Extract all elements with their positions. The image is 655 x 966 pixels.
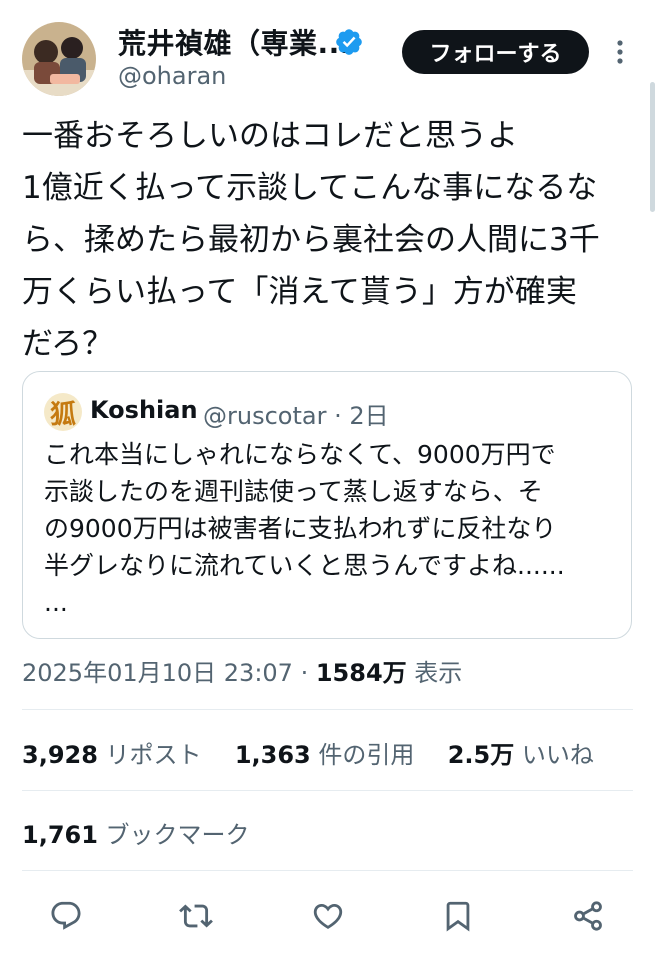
divider: [22, 709, 633, 710]
author-handle[interactable]: @oharan: [118, 62, 226, 90]
view-count: 1584万: [315, 659, 407, 687]
tweet-line: 1億近く払って示談してこんな事になるな: [22, 170, 598, 206]
engagement-stats: 3,928 リポスト 1,363 件の引用 2.5万 いいね: [22, 735, 594, 770]
quoted-author-name[interactable]: Koshian: [90, 396, 198, 424]
avatar-photo: [22, 22, 96, 96]
tweet-line: 万くらい払って「消えて貰う」方が確実: [22, 274, 577, 310]
bookmark-label: ブックマーク: [97, 821, 250, 849]
share-button[interactable]: [568, 896, 608, 936]
quoted-author-handle-time: @ruscotar · 2日: [203, 402, 389, 430]
like-icon: [313, 903, 343, 929]
quote-line: これ本当にしゃれにならなくて、9000万円で: [44, 440, 556, 469]
quote-line: ...: [44, 588, 68, 617]
quoted-author-avatar[interactable]: 狐: [44, 393, 82, 431]
quote-label: 件の引用: [310, 741, 415, 769]
quote-line: 半グレなりに流れていくと思うんですよね......: [44, 551, 565, 580]
divider: [22, 790, 633, 791]
bookmark-icon: [446, 901, 470, 932]
likes-stat[interactable]: 2.5万 いいね: [448, 741, 594, 769]
author-name[interactable]: 荒井禎雄（専業...: [118, 22, 351, 62]
quote-line: 示談したのを週刊誌使って蒸し返すなら、そ: [44, 477, 543, 506]
tweet-line: ら、揉めたら最初から裏社会の人間に3千: [22, 222, 600, 258]
tweet-text: 一番おそろしいのはコレだと思うよ 1億近く払って示談してこんな事になるな ら、揉…: [22, 110, 637, 370]
views-label: 表示: [406, 659, 463, 687]
like-button[interactable]: [308, 896, 348, 936]
quote-line: の9000万円は被害者に支払われずに反社なり: [44, 514, 557, 543]
verified-badge-icon: [336, 29, 362, 55]
bookmark-count: 1,761: [22, 821, 98, 849]
repost-button[interactable]: [176, 896, 216, 936]
reply-button[interactable]: [46, 896, 86, 936]
timestamp[interactable]: 2025年01月10日 23:07: [22, 659, 293, 687]
meta-separator: ·: [292, 659, 316, 687]
repost-label: リポスト: [97, 741, 202, 769]
quotes-stat[interactable]: 1,363 件の引用: [235, 741, 415, 769]
tweet-line: 一番おそろしいのはコレだと思うよ: [22, 118, 518, 154]
tweet-meta: 2025年01月10日 23:07 · 1584万 表示: [22, 653, 462, 688]
scrollbar[interactable]: [650, 82, 655, 212]
bookmark-stat[interactable]: 1,761 ブックマーク: [22, 815, 250, 850]
more-options-icon[interactable]: [610, 37, 630, 67]
quoted-tweet-text: これ本当にしゃれにならなくて、9000万円で 示談したのを週刊誌使って蒸し返すな…: [44, 436, 619, 621]
repost-icon: [179, 904, 213, 928]
bookmark-button[interactable]: [438, 896, 478, 936]
author-avatar[interactable]: [22, 22, 96, 96]
share-icon: [574, 901, 602, 931]
divider: [22, 870, 633, 871]
like-count: 2.5万: [447, 741, 515, 769]
reply-icon: [51, 901, 81, 930]
repost-count: 3,928: [22, 741, 98, 769]
quote-count: 1,363: [234, 741, 311, 769]
like-label: いいね: [514, 741, 594, 769]
reposts-stat[interactable]: 3,928 リポスト: [22, 741, 202, 769]
tweet-line: だろ？: [22, 326, 114, 362]
follow-button[interactable]: フォローする: [402, 30, 589, 74]
